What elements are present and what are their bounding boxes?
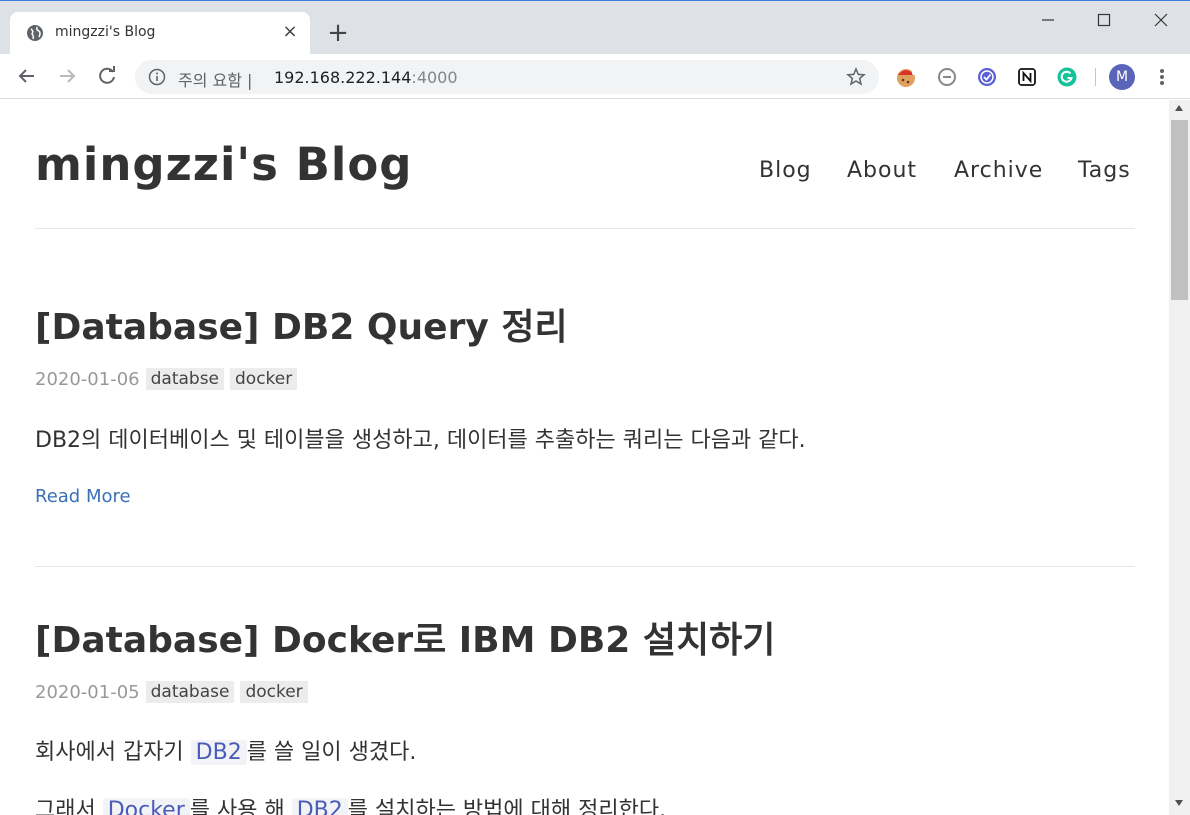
browser-toolbar: 주의 요함 | 192.168.222.144:4000 M — [0, 54, 1190, 99]
address-bar[interactable]: 주의 요함 | 192.168.222.144:4000 — [135, 60, 879, 94]
check-extension-icon[interactable] — [976, 66, 998, 88]
notion-extension-icon[interactable] — [1016, 66, 1038, 88]
excerpt-text: 그래서 — [35, 798, 103, 815]
url-host: 192.168.222.144 — [274, 68, 412, 87]
post-tag[interactable]: database — [145, 681, 235, 703]
reload-icon[interactable] — [94, 63, 120, 89]
post-divider — [35, 566, 1135, 567]
grammarly-extension-icon[interactable] — [1056, 66, 1078, 88]
post-meta: 2020-01-06 databse docker — [35, 368, 298, 392]
site-title[interactable]: mingzzi's Blog — [35, 138, 412, 191]
scrollbar-thumb[interactable] — [1171, 120, 1188, 300]
post-tag[interactable]: docker — [240, 681, 308, 703]
inline-code: DB2 — [291, 798, 348, 815]
read-more-link[interactable]: Read More — [35, 486, 131, 507]
tab-title: mingzzi's Blog — [55, 24, 156, 40]
header-divider — [35, 228, 1135, 229]
minimize-icon[interactable] — [1036, 8, 1060, 32]
post-date: 2020-01-06 — [35, 368, 140, 390]
browser-tab[interactable]: mingzzi's Blog × — [10, 12, 310, 55]
post-excerpt: 회사에서 갑자기 DB2 를 쓸 일이 생겼다. — [35, 734, 416, 766]
close-window-icon[interactable] — [1149, 8, 1173, 32]
excerpt-text: 를 쓸 일이 생겼다. — [246, 740, 417, 765]
inline-code: DB2 — [190, 740, 247, 765]
forward-arrow-icon[interactable] — [54, 63, 80, 89]
globe-icon — [27, 25, 43, 41]
security-warning-label[interactable]: 주의 요함 | — [178, 67, 252, 91]
profile-avatar[interactable]: M — [1109, 64, 1135, 90]
scroll-up-arrow-icon[interactable] — [1175, 105, 1183, 111]
nav-archive[interactable]: Archive — [954, 158, 1043, 183]
nav-blog[interactable]: Blog — [759, 158, 812, 183]
info-icon[interactable] — [148, 68, 166, 86]
maximize-icon[interactable] — [1092, 8, 1116, 32]
nav-tags[interactable]: Tags — [1078, 158, 1131, 183]
inline-code: Docker — [102, 798, 190, 815]
toolbar-divider — [1095, 68, 1096, 86]
browser-titlebar: mingzzi's Blog × + — [0, 0, 1190, 55]
post-excerpt: DB2의 데이터베이스 및 테이블을 생성하고, 데이터를 추출하는 쿼리는 다… — [35, 428, 806, 453]
bookmark-star-icon[interactable] — [846, 67, 866, 87]
post-title[interactable]: [Database] Docker로 IBM DB2 설치하기 — [35, 611, 775, 663]
excerpt-text: 회사에서 갑자기 — [35, 740, 191, 765]
block-extension-icon[interactable] — [936, 66, 958, 88]
tab-close-icon[interactable]: × — [280, 22, 300, 42]
post-title[interactable]: [Database] DB2 Query 정리 — [35, 298, 568, 350]
post-tag[interactable]: databse — [145, 368, 225, 390]
excerpt-text: 를 설치하는 방법에 대해 정리한다. — [347, 798, 667, 815]
post-tag[interactable]: docker — [230, 368, 298, 390]
more-menu-icon[interactable] — [1152, 64, 1172, 90]
vertical-scrollbar[interactable] — [1169, 100, 1190, 815]
page-content: mingzzi's Blog Blog About Archive Tags [… — [0, 100, 1169, 815]
post-excerpt: 그래서 Docker 를 사용 해 DB2 를 설치하는 방법에 대해 정리한다. — [35, 792, 666, 815]
post-date: 2020-01-05 — [35, 681, 140, 703]
url-text[interactable]: 192.168.222.144:4000 — [274, 68, 458, 87]
post-meta: 2020-01-05 database docker — [35, 681, 308, 705]
scroll-down-arrow-icon[interactable] — [1175, 800, 1183, 806]
new-tab-button[interactable]: + — [326, 20, 350, 46]
nav-about[interactable]: About — [847, 158, 917, 183]
back-arrow-icon[interactable] — [14, 63, 40, 89]
excerpt-text: 를 사용 해 — [189, 798, 292, 815]
cookie-extension-icon[interactable] — [895, 66, 917, 88]
url-port: :4000 — [411, 68, 458, 87]
